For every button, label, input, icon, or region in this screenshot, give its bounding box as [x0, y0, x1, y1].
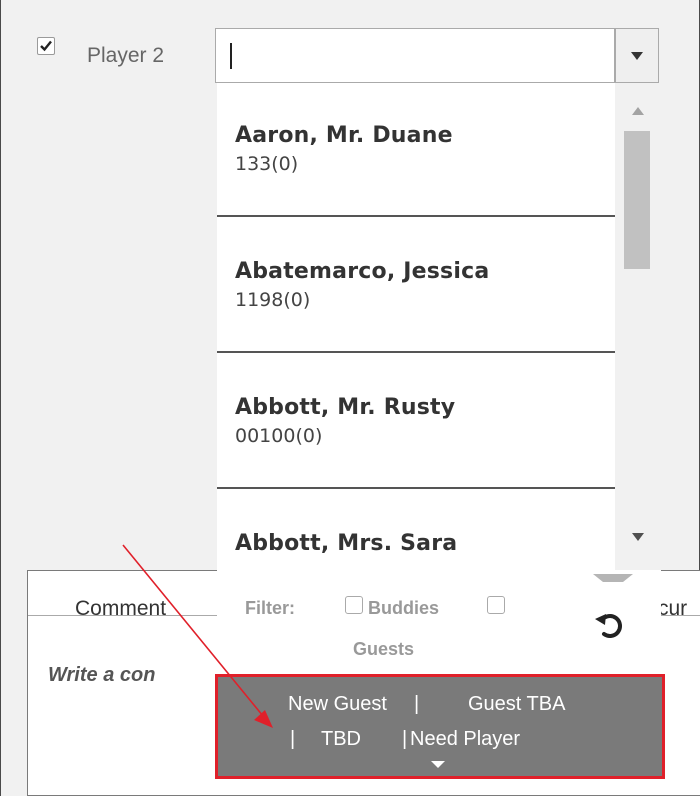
separator: | — [414, 693, 420, 715]
tab-comment[interactable]: Comment — [75, 597, 166, 621]
scrollbar-thumb[interactable] — [624, 131, 650, 269]
member-name: Aaron, Mr. Duane — [235, 123, 453, 148]
list-item[interactable]: Aaron, Mr. Duane 133(0) — [217, 83, 615, 217]
list-item[interactable]: Abatemarco, Jessica 1198(0) — [217, 219, 615, 353]
list-item[interactable]: Abbott, Mrs. Sara — [217, 491, 615, 570]
scroll-up-arrow-icon[interactable] — [632, 107, 644, 115]
guests-label: Guests — [353, 639, 415, 659]
guest-tba-option[interactable]: Guest TBA — [468, 693, 565, 716]
new-guest-option[interactable]: New Guest — [288, 693, 387, 716]
tab-recurring[interactable]: cur — [658, 597, 687, 621]
member-number: 1198(0) — [235, 289, 311, 311]
expand-arrow-icon[interactable] — [431, 761, 445, 768]
filter-panel: Filter: Buddies Guests — [217, 570, 661, 674]
member-dropdown: Aaron, Mr. Duane 133(0) Abatemarco, Jess… — [217, 83, 661, 570]
collapse-arrow-icon[interactable] — [593, 574, 633, 584]
checkmark-icon — [40, 40, 52, 52]
text-caret — [230, 43, 232, 69]
player-label: Player 2 — [87, 44, 165, 67]
member-name: Abbott, Mrs. Sara — [235, 531, 458, 556]
buddies-label: Buddies — [368, 598, 440, 618]
tbd-option[interactable]: TBD — [321, 728, 361, 751]
guests-checkbox[interactable] — [487, 596, 505, 614]
player-enabled-checkbox[interactable] — [37, 37, 55, 55]
list-scrollbar[interactable] — [615, 83, 661, 570]
member-name: Abatemarco, Jessica — [235, 259, 490, 284]
buddies-checkbox[interactable] — [345, 596, 363, 614]
undo-icon[interactable] — [593, 608, 627, 642]
dropdown-toggle-button[interactable] — [615, 28, 659, 83]
separator: | — [290, 728, 296, 750]
separator: | — [402, 728, 408, 750]
player-search-input[interactable] — [215, 28, 615, 83]
member-name: Abbott, Mr. Rusty — [235, 395, 456, 420]
list-item[interactable]: Abbott, Mr. Rusty 00100(0) — [217, 355, 615, 489]
need-player-option[interactable]: Need Player — [410, 728, 520, 751]
guest-options-bar: New Guest | Guest TBA | TBD | Need Playe… — [215, 674, 665, 779]
screen: Player 2 Comment cur Write a con Aaron, … — [0, 0, 700, 796]
member-number: 00100(0) — [235, 425, 323, 447]
caret-down-icon — [631, 52, 643, 60]
scroll-down-arrow-icon[interactable] — [632, 533, 644, 541]
filter-label: Filter: — [245, 598, 296, 618]
comment-input[interactable]: Write a con — [48, 664, 155, 687]
member-number: 133(0) — [235, 153, 299, 175]
